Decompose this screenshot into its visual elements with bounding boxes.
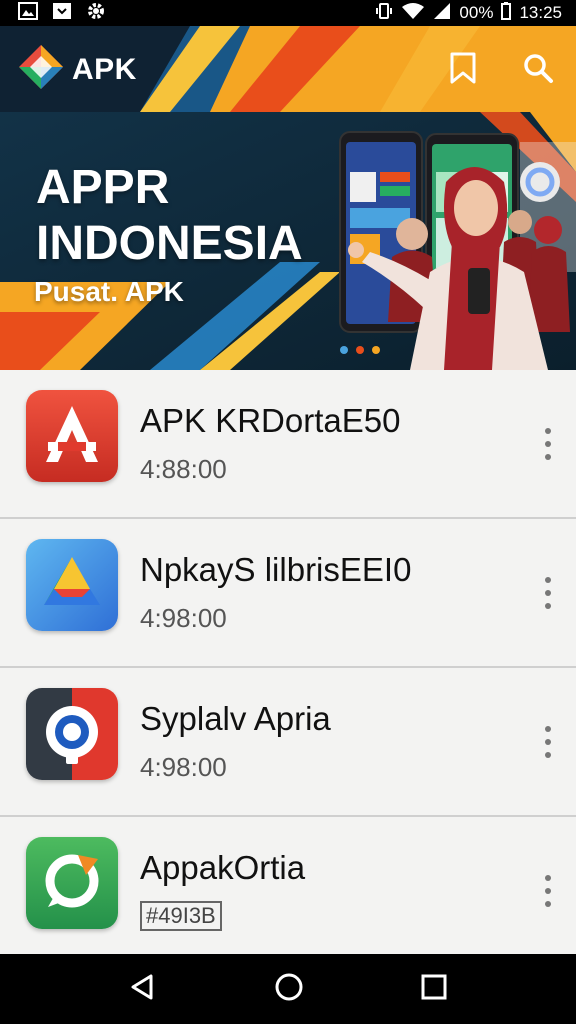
- list-item[interactable]: AppakOrtia #49I3B: [0, 817, 576, 954]
- drive-icon: [26, 539, 118, 631]
- battery-percent: 00%: [459, 3, 494, 22]
- app-name: AppakOrtia: [140, 849, 306, 886]
- promo-banner[interactable]: APPR INDONESIA Pusat. APK: [0, 112, 576, 370]
- recents-icon[interactable]: [421, 974, 447, 1005]
- app-meta: #49I3B: [140, 901, 222, 931]
- cell-signal-icon: [433, 2, 451, 25]
- more-options-icon[interactable]: [542, 875, 554, 907]
- more-options-icon[interactable]: [542, 577, 554, 609]
- lens-icon: [26, 688, 118, 780]
- bookmark-icon[interactable]: [448, 52, 478, 89]
- app-meta: 4:98:00: [140, 603, 227, 633]
- system-nav-bar: [0, 954, 576, 1024]
- banner-title: APPR INDONESIA: [36, 161, 303, 270]
- clock: 13:25: [519, 3, 562, 22]
- app-name: NpkayS lilbrisEEI0: [140, 551, 412, 588]
- settings-notification-icon: [86, 1, 106, 26]
- battery-icon: [501, 1, 512, 25]
- list-item[interactable]: Syplalv Apria 4:98:00: [0, 668, 576, 817]
- app-bar: APK: [0, 26, 576, 112]
- wifi-icon: [401, 2, 425, 25]
- search-icon[interactable]: [522, 52, 554, 89]
- list-item[interactable]: APK KRDortaE50 4:88:00: [0, 370, 576, 519]
- brand-name: APK: [72, 52, 137, 86]
- banner-subtitle: Pusat. APK: [34, 276, 184, 307]
- vibrate-icon: [375, 2, 393, 25]
- image-notification-icon: [18, 1, 38, 25]
- chat-refresh-icon: [26, 837, 118, 929]
- app-logo[interactable]: APK: [18, 44, 137, 95]
- logo-icon: [18, 44, 64, 95]
- app-meta: 4:98:00: [140, 752, 227, 782]
- app-a-icon: [26, 390, 118, 482]
- home-icon[interactable]: [274, 972, 304, 1007]
- more-options-icon[interactable]: [542, 726, 554, 758]
- back-icon[interactable]: [129, 973, 157, 1006]
- app-name: APK KRDortaE50: [140, 402, 401, 439]
- download-notification-icon: [52, 2, 72, 25]
- list-item[interactable]: NpkayS lilbrisEEI0 4:98:00: [0, 519, 576, 668]
- more-options-icon[interactable]: [542, 428, 554, 460]
- status-bar: 00% 13:25: [0, 0, 576, 26]
- app-name: Syplalv Apria: [140, 700, 331, 737]
- app-meta: 4:88:00: [140, 454, 227, 484]
- app-list: APK KRDortaE50 4:88:00 NpkayS lilbrisEEI…: [0, 370, 576, 954]
